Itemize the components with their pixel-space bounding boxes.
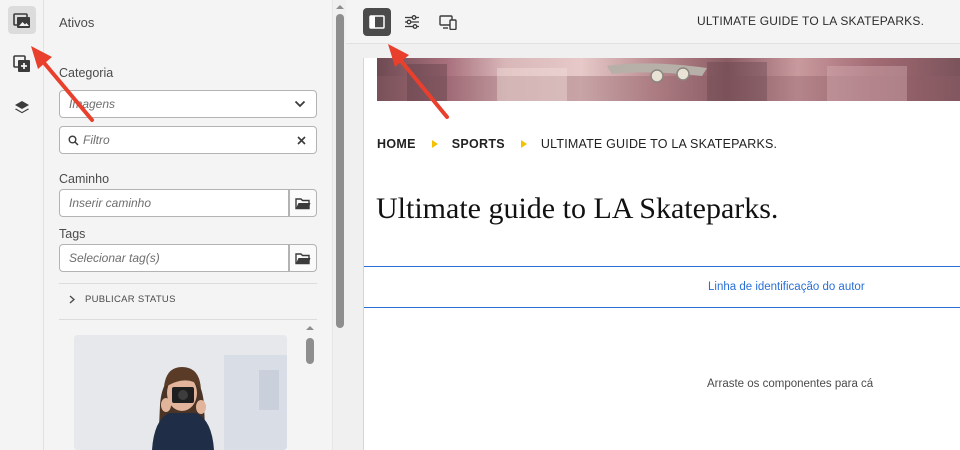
publish-status-label: PUBLICAR STATUS <box>85 294 176 305</box>
chevron-down-icon <box>294 100 306 108</box>
editor-toolbar: ULTIMATE GUIDE TO LA SKATEPARKS. <box>346 0 960 44</box>
byline-component[interactable]: Linha de identificação do autor <box>364 266 960 308</box>
chevron-right-icon <box>69 295 75 304</box>
path-placeholder: Inserir caminho <box>69 196 152 210</box>
breadcrumb-sports-link[interactable]: SPORTS <box>452 137 505 151</box>
side-rail <box>0 0 44 450</box>
devices-icon <box>439 14 457 30</box>
side-panel-icon <box>369 15 385 29</box>
scroll-up-icon <box>306 326 314 330</box>
category-select[interactable]: Imagens <box>59 90 317 118</box>
tags-placeholder: Selecionar tag(s) <box>69 251 160 265</box>
breadcrumb: HOME SPORTS ULTIMATE GUIDE TO LA SKATEPA… <box>377 137 777 151</box>
hero-photo <box>377 62 960 101</box>
breadcrumb-separator-icon <box>431 140 438 148</box>
category-value: Imagens <box>69 97 116 111</box>
clear-icon[interactable] <box>297 135 306 145</box>
asset-thumbnail[interactable] <box>74 335 287 450</box>
asset-image <box>74 335 287 450</box>
components-rail-button[interactable] <box>8 50 36 78</box>
asset-list-scrollbar[interactable] <box>302 320 318 450</box>
breadcrumb-current: ULTIMATE GUIDE TO LA SKATEPARKS. <box>540 137 778 151</box>
scrollbar-thumb[interactable] <box>336 14 344 328</box>
category-label: Categoria <box>59 66 114 80</box>
content-tree-rail-button[interactable] <box>8 94 36 122</box>
folder-icon <box>295 197 311 209</box>
path-browse-button[interactable] <box>289 189 317 217</box>
breadcrumb-home-link[interactable]: HOME <box>377 137 416 151</box>
page-title[interactable]: Ultimate guide to LA Skateparks. <box>376 192 778 226</box>
hero-image[interactable] <box>377 58 960 101</box>
page-canvas: HOME SPORTS ULTIMATE GUIDE TO LA SKATEPA… <box>363 58 960 450</box>
panel-title: Ativos <box>59 15 95 30</box>
filter-placeholder: Filtro <box>83 133 110 147</box>
tags-label: Tags <box>59 227 86 241</box>
drop-zone-hint[interactable]: Arraste os componentes para cá <box>707 378 873 390</box>
breadcrumb-separator-icon <box>520 140 527 148</box>
publish-status-toggle[interactable]: PUBLICAR STATUS <box>69 294 176 305</box>
page-name: ULTIMATE GUIDE TO LA SKATEPARKS. <box>697 14 925 28</box>
assets-panel: Ativos Categoria Imagens Filtro Caminho … <box>44 0 332 450</box>
asset-browser-icon <box>13 13 30 28</box>
assets-rail-button[interactable] <box>8 6 36 34</box>
folder-icon <box>295 252 311 264</box>
toggle-side-panel-button[interactable] <box>363 8 391 36</box>
add-component-icon <box>13 55 30 72</box>
panel-scrollbar[interactable] <box>332 0 346 450</box>
tags-input[interactable]: Selecionar tag(s) <box>59 244 289 272</box>
emulator-button[interactable] <box>434 8 462 36</box>
divider <box>59 283 317 284</box>
scrollbar-thumb[interactable] <box>306 338 314 364</box>
page-properties-button[interactable] <box>398 8 426 36</box>
scroll-up-icon <box>336 5 344 9</box>
search-icon <box>68 135 79 146</box>
sliders-icon <box>405 15 419 29</box>
divider <box>59 319 317 320</box>
byline-placeholder: Linha de identificação do autor <box>708 281 865 293</box>
layers-icon <box>15 101 29 114</box>
tags-browse-button[interactable] <box>289 244 317 272</box>
filter-input[interactable]: Filtro <box>59 126 317 154</box>
path-label: Caminho <box>59 172 110 186</box>
path-input[interactable]: Inserir caminho <box>59 189 289 217</box>
